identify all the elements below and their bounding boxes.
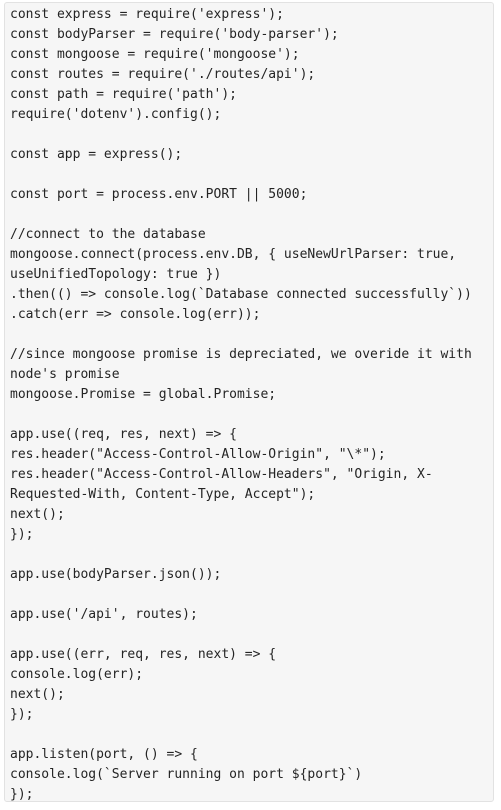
code-line: //connect to the database (10, 227, 206, 242)
code-line: next(); (10, 507, 65, 522)
code-line: const mongoose = require('mongoose'); (10, 47, 300, 62)
code-line: console.log(`Server running on port ${po… (10, 767, 363, 782)
code-line: app.use((err, req, res, next) => { (10, 647, 277, 662)
code-line: mongoose.connect(process.env.DB, { useNe… (10, 247, 457, 262)
code-line: }); (10, 707, 34, 722)
code-line: }); (10, 527, 34, 542)
code-line: app.use((req, res, next) => { (10, 427, 237, 442)
code-line: app.listen(port, () => { (10, 747, 198, 762)
code-line: .catch(err => console.log(err)); (10, 307, 261, 322)
code-line: .then(() => console.log(`Database connec… (10, 287, 472, 302)
code-line: node's promise (10, 367, 120, 382)
code-line: useUnifiedTopology: true }) (10, 267, 222, 282)
code-line: const path = require('path'); (10, 87, 237, 102)
code-line: require('dotenv').config(); (10, 107, 222, 122)
code-line: Requested-With, Content-Type, Accept"); (10, 487, 316, 502)
code-line: const routes = require('./routes/api'); (10, 67, 316, 82)
code-line: const port = process.env.PORT || 5000; (10, 187, 308, 202)
code-line: const bodyParser = require('body-parser'… (10, 27, 339, 42)
code-line: }); (10, 787, 34, 802)
code-line: const app = express(); (10, 147, 183, 162)
code-line: app.use(bodyParser.json()); (10, 567, 222, 582)
code-line: const express = require('express'); (10, 7, 284, 22)
code-block: const express = require('express'); cons… (4, 2, 494, 802)
code-line: //since mongoose promise is depreciated,… (10, 347, 472, 362)
code-line: app.use('/api', routes); (10, 607, 198, 622)
code-line: next(); (10, 687, 65, 702)
code-line: res.header("Access-Control-Allow-Origin"… (10, 447, 386, 462)
code-line: console.log(err); (10, 667, 144, 682)
code-line: mongoose.Promise = global.Promise; (10, 387, 277, 402)
code-line: res.header("Access-Control-Allow-Headers… (10, 467, 433, 482)
